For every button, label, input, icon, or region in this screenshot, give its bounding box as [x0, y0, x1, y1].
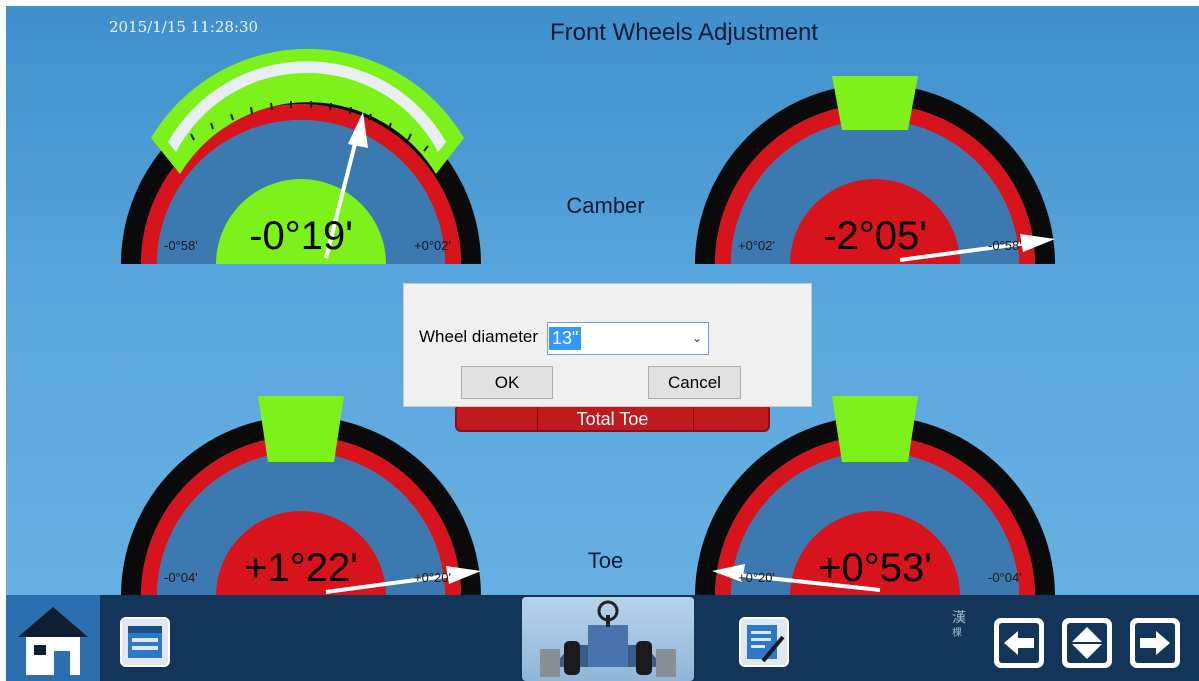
diamond-icon [1062, 618, 1112, 668]
camber-left-gauge: -0°58' -0°19' +0°02' [116, 48, 486, 264]
camber-left-max: +0°02' [414, 238, 451, 253]
camber-right-max: -0°58' [988, 238, 1022, 253]
wheel-diameter-label: Wheel diameter [419, 327, 539, 346]
home-button[interactable] [6, 595, 100, 681]
alignment-screen: 2015/1/15 11:28:30 Front Wheels Adjustme… [6, 6, 1199, 681]
total-toe-label: Total Toe [576, 409, 649, 429]
camber-right-value: -2°05' [823, 214, 927, 258]
page-title: Front Wheels Adjustment [549, 19, 819, 46]
language-glyph: 漢 [952, 610, 966, 626]
arrow-left-icon [994, 618, 1044, 668]
back-button[interactable] [993, 617, 1045, 673]
toe-left-min: -0°04' [164, 570, 198, 585]
camber-left-min: -0°58' [164, 238, 198, 253]
report-button[interactable] [739, 617, 789, 671]
language-sub-glyph: 棵 [952, 628, 962, 639]
toe-right-value: +0°53' [818, 546, 932, 590]
arrow-right-icon [1130, 618, 1180, 668]
toe-right-max: -0°04' [988, 570, 1022, 585]
toe-right-gauge: +0°20' +0°53' -0°04' [690, 396, 1060, 596]
report-edit-icon [739, 617, 789, 667]
home-icon [18, 607, 88, 675]
cancel-button[interactable]: Cancel [648, 366, 741, 399]
toe-right-min: +0°20' [738, 570, 775, 585]
vehicle-view-button[interactable] [522, 597, 694, 681]
ok-button[interactable]: OK [461, 366, 553, 399]
wheel-diameter-select[interactable]: 13" ⌄ [547, 322, 709, 355]
camber-right-gauge: +0°02' -2°05' -0°58' [690, 74, 1060, 264]
car-chassis-icon [540, 600, 676, 677]
chevron-down-icon[interactable]: ⌄ [692, 331, 702, 345]
list-icon [120, 617, 170, 667]
camber-right-min: +0°02' [738, 238, 775, 253]
wheel-diameter-selected: 13" [549, 327, 582, 350]
toe-left-max: +0°20' [414, 570, 451, 585]
toe-left-value: +1°22' [244, 546, 358, 590]
data-list-button[interactable] [120, 617, 170, 671]
up-down-button[interactable] [1061, 617, 1113, 673]
toe-left-gauge: -0°04' +1°22' +0°20' [116, 396, 486, 596]
language-toggle[interactable]: 漢 棵 [952, 611, 966, 641]
next-button[interactable] [1129, 617, 1181, 673]
camber-left-value: -0°19' [249, 214, 353, 258]
bottom-toolbar: 漢 棵 [6, 595, 1199, 681]
wheel-diameter-dialog: Wheel diameter 13" ⌄ OK Cancel [403, 283, 812, 407]
